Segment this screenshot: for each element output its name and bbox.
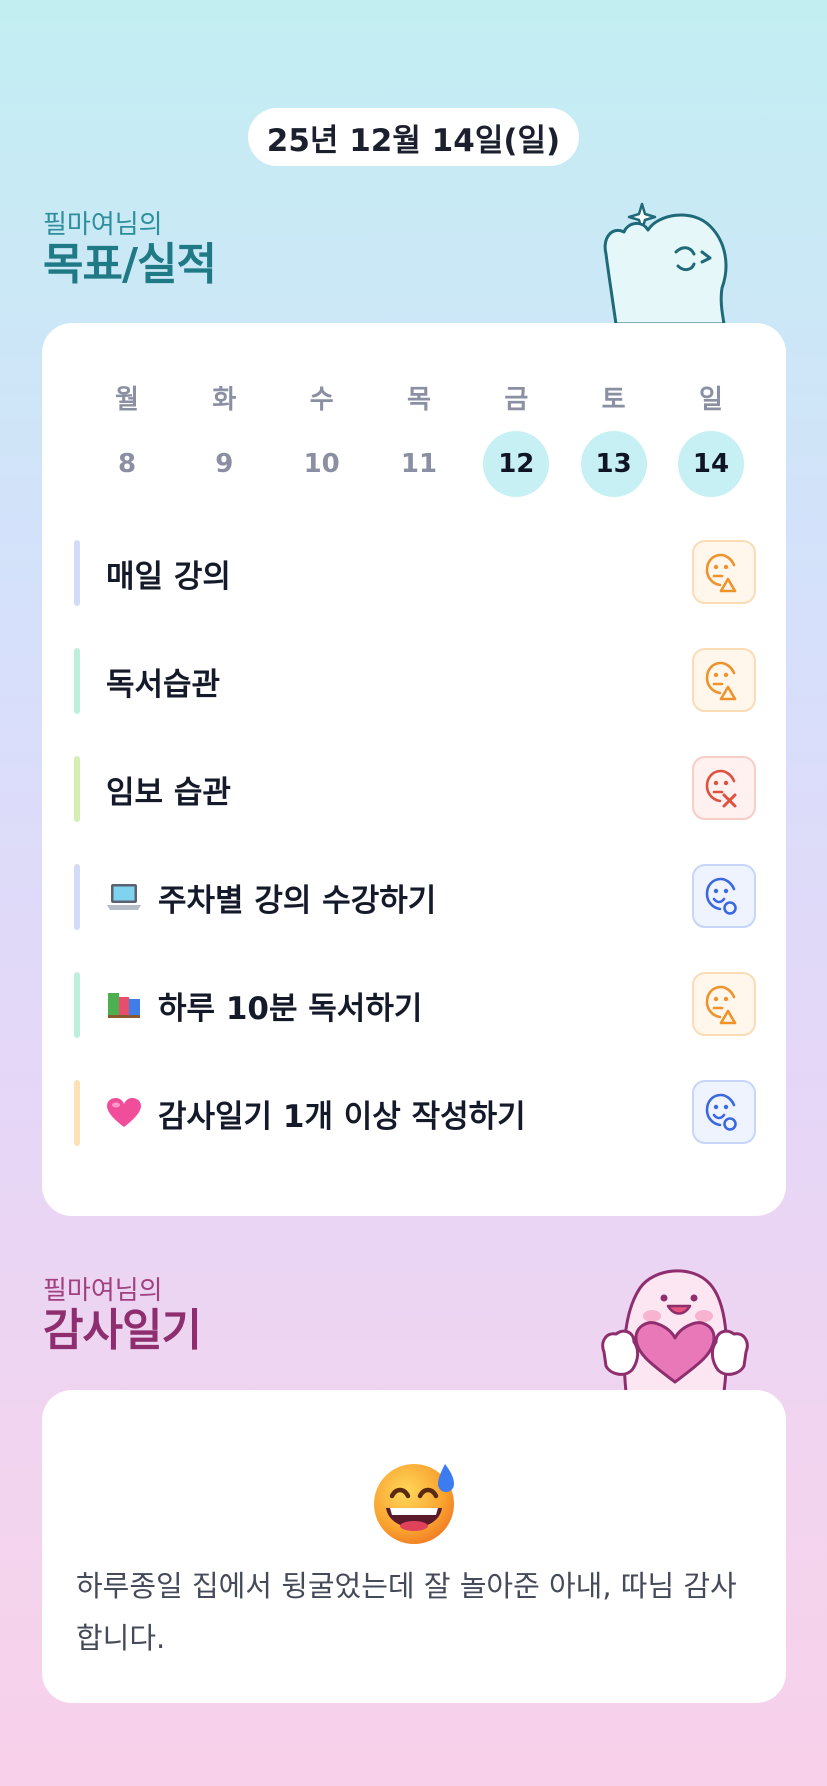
goal-label: 독서습관 <box>106 666 221 703</box>
success-status-icon[interactable] <box>692 864 756 928</box>
goal-label: 하루 10분 독서하기 <box>158 990 423 1027</box>
goals-section-title: 필마여님의 목표/실적 <box>43 210 217 290</box>
date-cell[interactable]: 8 <box>94 431 160 497</box>
goal-label: 임보 습관 <box>106 774 231 811</box>
goal-text: 감사일기 1개 이상 작성하기 <box>106 1091 526 1136</box>
partial-status-icon[interactable] <box>692 540 756 604</box>
date-cell[interactable]: 11 <box>386 431 452 497</box>
goal-text: 주차별 강의 수강하기 <box>106 875 436 920</box>
goal-list: 매일 강의 독서습관 임보 습관 주차별 강의 수강하기 하루 10분 독서하기… <box>74 540 756 1188</box>
weekday-label: 토 <box>601 384 626 415</box>
goal-label: 주차별 강의 수강하기 <box>158 882 437 919</box>
pink-heart-icon <box>106 1097 142 1129</box>
goal-color-bar <box>74 972 80 1038</box>
diary-card: 하루종일 집에서 뒹굴었는데 잘 놀아준 아내, 따님 감사합니다. <box>42 1390 786 1703</box>
goal-text: 임보 습관 <box>106 767 231 812</box>
date-cell[interactable]: 14 <box>677 431 744 497</box>
goals-section-heading: 목표/실적 <box>43 239 217 290</box>
week-calendar: 월 화 수 목 금 토 일 8 9 10 11 12 13 14 <box>94 377 744 497</box>
goal-item[interactable]: 감사일기 1개 이상 작성하기 <box>74 1080 756 1146</box>
goal-color-bar <box>74 1080 80 1146</box>
success-status-icon[interactable] <box>692 1080 756 1144</box>
goal-color-bar <box>74 540 80 606</box>
date-cell[interactable]: 13 <box>580 431 647 497</box>
weekday-label: 수 <box>309 384 334 415</box>
goal-text: 하루 10분 독서하기 <box>106 983 422 1028</box>
goal-item[interactable]: 하루 10분 독서하기 <box>74 972 756 1038</box>
date-cell[interactable]: 10 <box>289 431 355 497</box>
partial-status-icon[interactable] <box>692 972 756 1036</box>
current-date: 25년 12월 14일(일) <box>266 122 561 159</box>
diary-section-subtitle: 필마여님의 <box>43 1276 163 1306</box>
goal-item[interactable]: 독서습관 <box>74 648 756 714</box>
fail-status-icon[interactable] <box>692 756 756 820</box>
goal-label: 감사일기 1개 이상 작성하기 <box>158 1098 526 1135</box>
diary-section-title: 필마여님의 감사일기 <box>43 1276 202 1356</box>
weekday-label: 금 <box>504 384 529 415</box>
date-cell[interactable]: 9 <box>191 431 257 497</box>
goal-item[interactable]: 매일 강의 <box>74 540 756 606</box>
grinning-face-with-sweat-icon <box>374 1464 454 1544</box>
goal-text: 매일 강의 <box>106 551 231 596</box>
goal-item[interactable]: 주차별 강의 수강하기 <box>74 864 756 930</box>
goal-color-bar <box>74 648 80 714</box>
heart-mascot-icon <box>601 1269 749 1392</box>
diary-section-heading: 감사일기 <box>43 1305 202 1356</box>
date-pill[interactable]: 25년 12월 14일(일) <box>248 108 579 166</box>
goal-text: 독서습관 <box>106 659 220 704</box>
goal-color-bar <box>74 864 80 930</box>
goal-item[interactable]: 임보 습관 <box>74 756 756 822</box>
goal-label: 매일 강의 <box>106 558 231 595</box>
waving-mascot-icon <box>603 202 728 324</box>
laptop-icon <box>106 882 142 912</box>
diary-text: 하루종일 집에서 뒹굴었는데 잘 놀아준 아내, 따님 감사합니다. <box>76 1569 737 1655</box>
goal-color-bar <box>74 756 80 822</box>
books-icon <box>106 989 142 1021</box>
weekday-row: 월 화 수 목 금 토 일 <box>94 377 744 417</box>
goals-section-subtitle: 필마여님의 <box>43 210 163 240</box>
weekday-label: 화 <box>212 384 237 415</box>
weekday-label: 목 <box>407 384 431 415</box>
date-row: 8 9 10 11 12 13 14 <box>94 431 744 497</box>
weekday-label: 월 <box>115 384 139 415</box>
partial-status-icon[interactable] <box>692 648 756 712</box>
date-cell[interactable]: 12 <box>483 431 550 497</box>
weekday-label: 일 <box>699 384 723 415</box>
goals-card: 월 화 수 목 금 토 일 8 9 10 11 12 13 14 매일 강의 독… <box>42 323 786 1216</box>
